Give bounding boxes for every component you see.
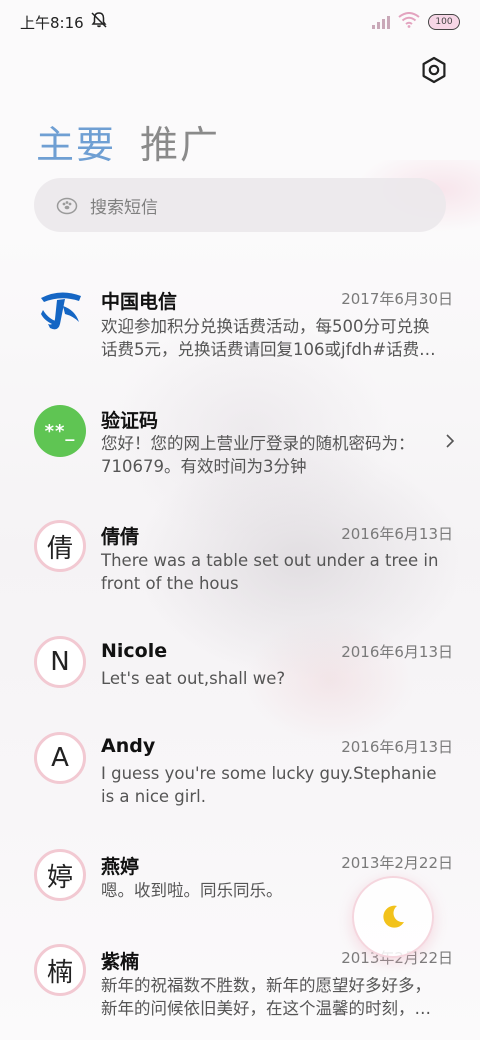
message-preview: There was a table set out under a tree i…	[101, 549, 451, 595]
battery-level: 100	[435, 17, 453, 27]
preview-line-2: 710679。有效时间为3分钟	[101, 457, 307, 476]
avatar-glyph: **_	[44, 420, 76, 442]
sender-name: 紫楠	[101, 951, 140, 973]
preview-line-1: 您好！您的网上营业厅登录的随机密码为：	[101, 434, 415, 453]
wifi-icon	[398, 12, 420, 32]
avatar-letter: 婷	[46, 862, 73, 893]
preview-line-1: Let's eat out,shall we?	[101, 669, 286, 688]
preview-line-1: There was a table set out under a tree i…	[101, 551, 439, 570]
battery-icon: 100	[428, 14, 460, 30]
contact-avatar: A	[34, 732, 86, 784]
conversation-item[interactable]: **_ 验证码 您好！您的网上营业厅登录的随机密码为： 710679。有效时间为…	[0, 402, 480, 482]
contact-avatar: 倩	[34, 520, 86, 572]
message-preview: 新年的祝福数不胜数，新年的愿望好多好多， 新年的问候依旧美好，在这个温馨的时刻，…	[101, 974, 451, 1020]
sender-name: 燕婷	[101, 856, 140, 878]
message-date: 2016年6月13日	[341, 525, 453, 543]
message-preview: 您好！您的网上营业厅登录的随机密码为： 710679。有效时间为3分钟	[101, 432, 451, 478]
night-mode-button[interactable]	[352, 876, 434, 958]
avatar-letter: 倩	[46, 533, 73, 564]
message-date: 2017年6月30日	[341, 290, 453, 308]
china-telecom-logo-icon	[34, 285, 86, 337]
preview-line-2: is a nice girl.	[101, 787, 206, 806]
signal-icon	[372, 15, 390, 29]
message-preview: 欢迎参加积分兑换话费活动，每500分可兑换 话费5元，兑换话费请回复106或jf…	[101, 315, 451, 361]
message-date: 2016年6月13日	[341, 643, 453, 661]
contact-avatar: 婷	[34, 849, 86, 901]
contact-avatar: N	[34, 636, 86, 688]
chevron-right-icon[interactable]	[443, 434, 457, 448]
conversation-item[interactable]: 倩 倩倩 2016年6月13日 There was a table set ou…	[0, 518, 480, 603]
status-time: 上午8:16	[20, 13, 84, 32]
preview-line-1: 新年的祝福数不胜数，新年的愿望好多好多，	[101, 976, 431, 995]
preview-line-2: front of the hous	[101, 574, 239, 593]
verification-code-avatar: **_	[34, 405, 86, 457]
search-placeholder: 搜索短信	[90, 197, 158, 218]
contact-avatar: 楠	[34, 944, 86, 996]
paw-search-icon	[56, 197, 78, 215]
avatar-letter: N	[50, 647, 70, 677]
preview-line-1: I guess you're some lucky guy.Stephanie	[101, 764, 437, 783]
settings-button[interactable]	[416, 52, 452, 88]
sender-name: 倩倩	[101, 526, 140, 548]
conversation-item[interactable]: 楠 紫楠 2013年2月22日 新年的祝福数不胜数，新年的愿望好多好多， 新年的…	[0, 943, 480, 1028]
preview-line-1: 欢迎参加积分兑换话费活动，每500分可兑换	[101, 317, 430, 336]
tab-primary[interactable]: 主要	[36, 114, 116, 169]
status-bar: 上午8:16 100	[0, 0, 480, 44]
avatar-letter: 楠	[46, 957, 73, 988]
avatar-letter: A	[51, 743, 69, 773]
conversation-item[interactable]: 中国电信 2017年6月30日 欢迎参加积分兑换话费活动，每500分可兑换 话费…	[0, 282, 480, 372]
sender-name: Nicole	[101, 640, 168, 662]
preview-line-2: 话费5元，兑换话费请回复106或jfdh#话费…	[101, 340, 436, 359]
conversation-item[interactable]: A Andy 2016年6月13日 I guess you're some lu…	[0, 731, 480, 816]
search-bar[interactable]: 搜索短信	[34, 178, 446, 232]
message-date: 2016年6月13日	[341, 738, 453, 756]
message-preview: I guess you're some lucky guy.Stephanie …	[101, 762, 451, 808]
sender-name: Andy	[101, 735, 156, 757]
conversation-item[interactable]: N Nicole 2016年6月13日 Let's eat out,shall …	[0, 636, 480, 696]
message-date: 2013年2月22日	[341, 854, 453, 872]
moon-icon	[383, 905, 404, 928]
tab-promotions[interactable]: 推广	[140, 114, 220, 169]
message-preview: Let's eat out,shall we?	[101, 667, 451, 690]
tab-bar: 主要 推广	[36, 114, 220, 169]
sender-name: 中国电信	[101, 291, 178, 313]
gear-icon	[422, 56, 446, 84]
mute-icon	[90, 11, 108, 33]
sender-name: 验证码	[101, 410, 159, 432]
preview-line-2: 新年的问候依旧美好，在这个温馨的时刻，…	[101, 999, 431, 1018]
